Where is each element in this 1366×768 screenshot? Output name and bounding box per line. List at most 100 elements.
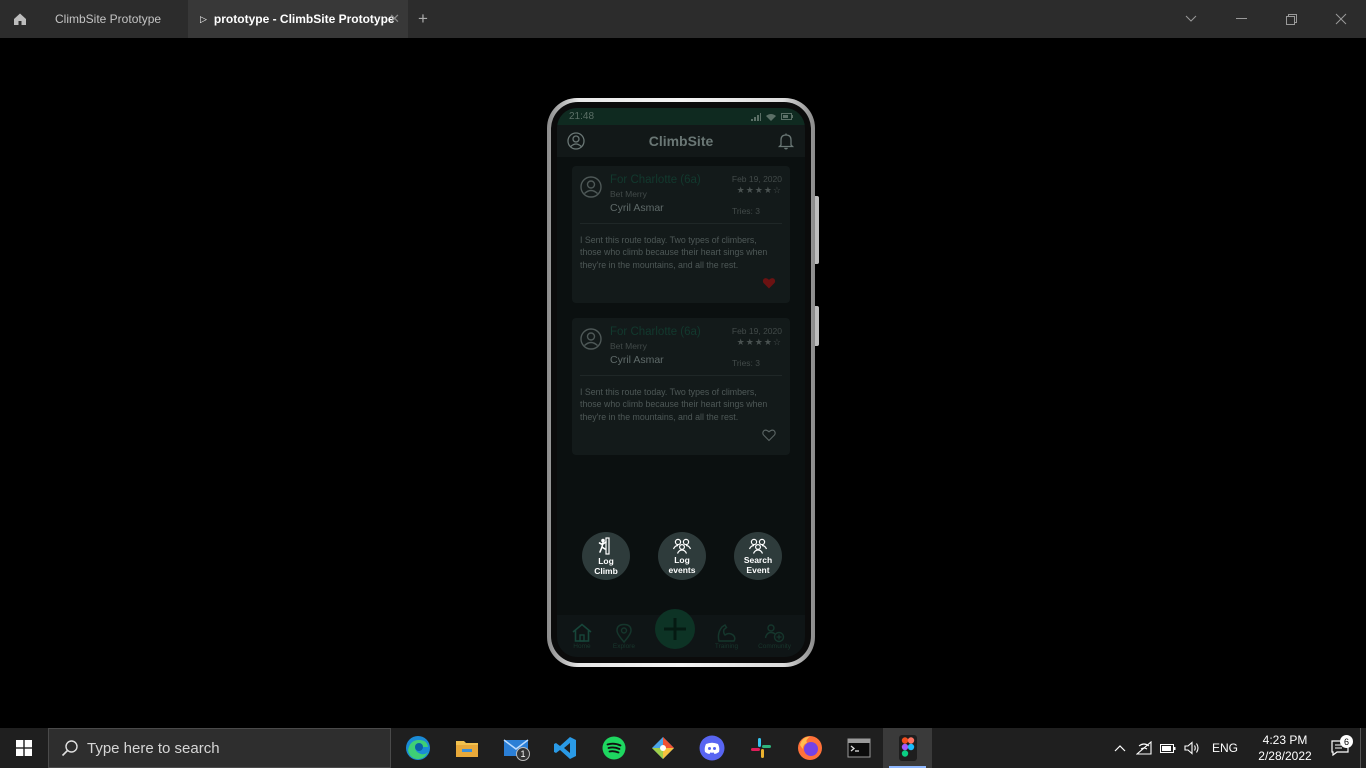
heart-outline-icon[interactable] (762, 428, 776, 442)
phone-frame: 21:48 ClimbSite For Charlotte (6a) Bet M… (547, 98, 819, 667)
avatar-icon (580, 176, 602, 198)
show-desktop-button[interactable] (1360, 728, 1366, 768)
heart-filled-icon[interactable] (762, 276, 776, 290)
log-climb-button[interactable]: Log Climb (582, 532, 630, 580)
clock-time: 4:23 PM (1262, 733, 1308, 747)
mail-icon[interactable]: 1 (491, 728, 540, 768)
app-header: ClimbSite (557, 125, 805, 157)
network-icon[interactable] (1132, 741, 1156, 755)
minimize-button[interactable] (1216, 0, 1266, 38)
tries-count: Tries: 3 (731, 358, 760, 368)
tab-label: ClimbSite Prototype (55, 12, 162, 26)
avatar-icon (580, 328, 602, 350)
nav-community[interactable]: Community (758, 623, 791, 650)
divider (580, 223, 782, 224)
play-icon: ▷ (200, 13, 207, 24)
fab-actions: Log Climb Log events Search Event (582, 532, 782, 580)
git-kraken-icon[interactable] (638, 728, 687, 768)
fab-label: Log (598, 555, 614, 566)
figma-icon[interactable] (883, 728, 932, 768)
phone-bezel: 21:48 ClimbSite For Charlotte (6a) Bet M… (551, 102, 811, 663)
windows-start-button[interactable] (0, 728, 48, 768)
signal-icon (751, 112, 761, 121)
restore-button[interactable] (1266, 0, 1316, 38)
route-name[interactable]: For Charlotte (6a) (610, 174, 732, 186)
post-date: Feb 19, 2020 (731, 174, 782, 184)
group-icon (672, 538, 692, 554)
clock[interactable]: 4:23 PM 2/28/2022 (1250, 732, 1320, 764)
wifi-icon (766, 113, 776, 121)
close-tab-icon[interactable]: ✕ (389, 11, 400, 27)
user-name[interactable]: Cyril Asmar (610, 354, 732, 366)
phone-status-bar: 21:48 (557, 108, 805, 125)
community-icon (764, 623, 784, 642)
clock-date: 2/28/2022 (1258, 749, 1312, 763)
edge-icon[interactable] (393, 728, 442, 768)
star-rating: ★★★★☆ (736, 337, 782, 347)
gym-name: Bet Merry (610, 189, 647, 199)
post-text: I Sent this route today. Two types of cl… (580, 235, 768, 270)
phone-screen: 21:48 ClimbSite For Charlotte (6a) Bet M… (557, 108, 805, 657)
taskbar-search[interactable]: Type here to search (48, 728, 391, 768)
muscle-icon (717, 623, 736, 642)
vscode-icon[interactable] (540, 728, 589, 768)
notification-center-button[interactable]: 6 (1320, 735, 1360, 756)
nav-label: Community (758, 642, 791, 650)
volume-icon[interactable] (1180, 741, 1204, 755)
battery-icon (781, 113, 793, 120)
taskbar: Type here to search 1 ENG 4:23 PM 2/28/2… (0, 728, 1366, 768)
log-events-button[interactable]: Log events (658, 532, 706, 580)
tab-climbsite-prototype[interactable]: ClimbSite Prototype (40, 0, 188, 38)
chevron-down-icon[interactable] (1166, 0, 1216, 38)
close-window-button[interactable] (1316, 0, 1366, 38)
profile-icon[interactable] (567, 132, 585, 150)
route-name[interactable]: For Charlotte (6a) (610, 326, 732, 338)
map-pin-icon (616, 623, 632, 643)
home-icon[interactable] (0, 0, 40, 38)
post-card[interactable]: For Charlotte (6a) Bet Merry Cyril Asmar… (572, 166, 790, 303)
star-rating: ★★★★☆ (736, 185, 782, 195)
system-tray: ENG 4:23 PM 2/28/2022 6 (1108, 728, 1366, 768)
tab-prototype[interactable]: ▷ prototype - ClimbSite Prototype ✕ (188, 0, 408, 38)
post-card[interactable]: For Charlotte (6a) Bet Merry Cyril Asmar… (572, 318, 790, 455)
add-button[interactable] (654, 609, 695, 649)
fab-label: Search (743, 554, 773, 565)
fab-label: Climb (594, 565, 618, 576)
tries-count: Tries: 3 (731, 206, 760, 216)
nav-label: Home (573, 642, 591, 650)
nav-explore[interactable]: Explore (613, 623, 635, 650)
new-tab-button[interactable]: + (408, 0, 438, 38)
spotify-icon[interactable] (589, 728, 638, 768)
tab-label: prototype - ClimbSite Prototype (213, 12, 395, 26)
nav-home[interactable]: Home (571, 622, 593, 650)
taskbar-apps: 1 (393, 728, 932, 768)
group-icon (748, 538, 768, 554)
bell-icon[interactable] (777, 132, 795, 150)
window-controls (1166, 0, 1366, 38)
user-name[interactable]: Cyril Asmar (610, 202, 732, 214)
nav-label: Explore (612, 642, 635, 650)
battery-icon[interactable] (1156, 742, 1180, 754)
divider (580, 375, 782, 376)
notification-count: 6 (1340, 735, 1353, 748)
nav-label: Training (714, 642, 739, 650)
discord-icon[interactable] (687, 728, 736, 768)
windows-logo-icon (16, 740, 32, 756)
gym-name: Bet Merry (610, 341, 647, 351)
bottom-nav: Home Explore Training Community (557, 609, 805, 657)
app-title: ClimbSite (648, 133, 714, 149)
feed: For Charlotte (6a) Bet Merry Cyril Asmar… (557, 157, 805, 455)
chevron-up-icon[interactable] (1108, 744, 1132, 752)
home-icon (572, 622, 592, 642)
nav-training[interactable]: Training (715, 623, 738, 650)
terminal-icon[interactable] (834, 728, 883, 768)
file-explorer-icon[interactable] (442, 728, 491, 768)
post-date: Feb 19, 2020 (731, 326, 782, 336)
firefox-icon[interactable] (785, 728, 834, 768)
search-event-button[interactable]: Search Event (734, 532, 782, 580)
search-placeholder: Type here to search (87, 739, 220, 757)
language-indicator[interactable]: ENG (1212, 741, 1238, 755)
phone-side-button (815, 196, 819, 264)
slack-icon[interactable] (736, 728, 785, 768)
fab-label: Event (746, 564, 770, 575)
